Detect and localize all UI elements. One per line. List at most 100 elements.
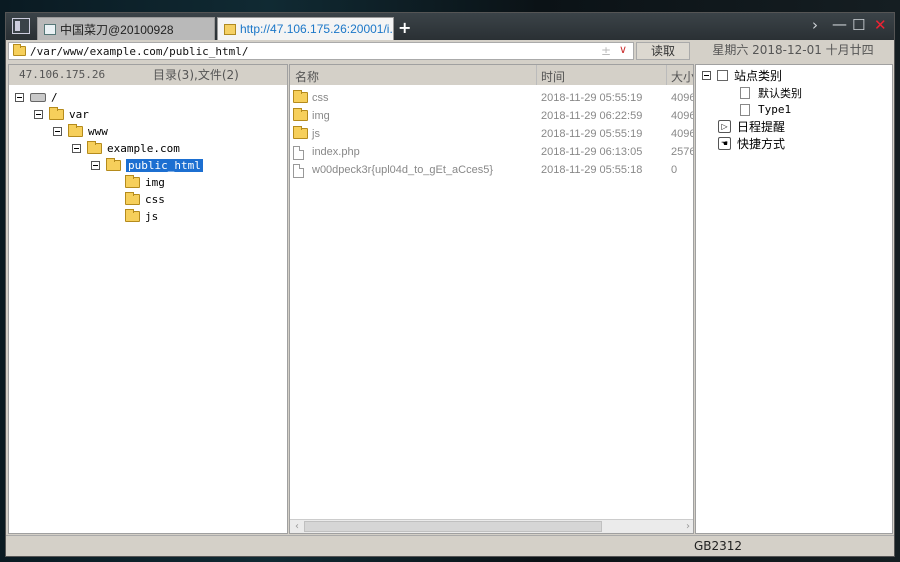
tree-node[interactable]: www: [53, 123, 108, 140]
file-time: 2018-11-29 05:55:19: [541, 128, 643, 140]
collapse-icon[interactable]: [34, 110, 43, 119]
tree-node-label: var: [69, 108, 89, 121]
collapse-icon[interactable]: [91, 161, 100, 170]
file-size: 4096: [671, 128, 694, 140]
file-name: img: [312, 110, 330, 122]
directory-tree-panel: 47.106.175.26 目录(3),文件(2) / var www example…: [8, 64, 288, 534]
file-time: 2018-11-29 06:22:59: [541, 110, 643, 122]
checkbox-icon: [717, 70, 728, 81]
tab-home[interactable]: 中国菜刀@20100928: [37, 17, 215, 40]
tab-label: 中国菜刀@20100928: [60, 22, 174, 37]
close-button[interactable]: ✕: [874, 16, 887, 34]
path-text: /var/www/example.com/public_html/: [30, 44, 249, 58]
tree-node[interactable]: var: [34, 106, 89, 123]
tab-label: http://47.106.175.26:20001/i...: [240, 22, 394, 36]
sidebar-toggle-icon[interactable]: [12, 18, 30, 34]
tree-node[interactable]: /: [15, 89, 58, 106]
file-size: 2576: [671, 146, 694, 158]
file-row[interactable]: w00dpeck3r{upl04d_to_gEt_aCces5} 2018-11-…: [290, 161, 693, 179]
tree-node-label: js: [145, 210, 159, 223]
folder-icon: [125, 175, 140, 188]
tree-node[interactable]: css: [110, 191, 165, 208]
folder-icon: [293, 126, 308, 139]
category-item[interactable]: 站点类别: [702, 67, 782, 84]
file-icon: [293, 146, 304, 160]
file-row[interactable]: index.php 2018-11-29 06:13:05 2576: [290, 143, 694, 161]
folder-icon: [49, 107, 64, 120]
file-icon: [293, 164, 304, 178]
title-bar: 中国菜刀@20100928 http://47.106.175.26:20001…: [6, 13, 894, 40]
encoding-label[interactable]: GB2312: [694, 539, 742, 553]
address-bar: /var/www/example.com/public_html/ ± ∨ 读取…: [6, 40, 894, 62]
maximize-button[interactable]: ☐: [852, 16, 865, 34]
tree-node-label: css: [145, 193, 165, 206]
tree-node[interactable]: public_html: [91, 157, 203, 174]
file-row[interactable]: css 2018-11-29 05:55:19 4096: [290, 89, 694, 107]
status-bar: GB2312: [6, 535, 894, 556]
app-window: 中国菜刀@20100928 http://47.106.175.26:20001…: [5, 12, 895, 557]
category-item[interactable]: 默认类别: [740, 84, 802, 101]
collapse-icon[interactable]: [15, 93, 24, 102]
file-size: 0: [671, 164, 678, 176]
scroll-left-icon[interactable]: ‹: [290, 520, 304, 533]
collapse-icon[interactable]: [702, 71, 711, 80]
plus-minus-icon[interactable]: ±: [601, 44, 611, 58]
category-label: 站点类别: [734, 69, 783, 83]
column-header-size[interactable]: 大小: [671, 68, 693, 85]
folder-icon: [13, 44, 26, 56]
category-item[interactable]: ▷ 日程提醒: [718, 118, 785, 135]
tree-node[interactable]: js: [110, 208, 158, 225]
tab-remote-site[interactable]: http://47.106.175.26:20001/i...: [217, 17, 394, 40]
collapse-icon[interactable]: [53, 127, 62, 136]
file-time: 2018-11-29 06:13:05: [541, 146, 643, 158]
chevron-right-icon[interactable]: ›: [812, 16, 818, 34]
tree-node[interactable]: example.com: [72, 140, 180, 157]
tree-node[interactable]: img: [110, 174, 165, 191]
category-label: 日程提醒: [737, 120, 786, 134]
reminder-icon: ▷: [718, 120, 731, 133]
file-name: index.php: [312, 146, 360, 158]
scroll-thumb[interactable]: [304, 521, 602, 532]
category-item[interactable]: ☚ 快捷方式: [718, 135, 785, 152]
file-row[interactable]: img 2018-11-29 06:22:59 4096: [290, 107, 694, 125]
horizontal-scrollbar[interactable]: ‹ ›: [290, 519, 693, 533]
drive-icon: [30, 93, 46, 102]
folder-icon: [293, 90, 308, 103]
page-icon: [740, 103, 750, 116]
file-time: 2018-11-29 05:55:18: [541, 164, 643, 176]
category-item[interactable]: Type1: [740, 101, 791, 118]
tree-node-label: /: [51, 91, 58, 104]
file-size: 4096: [671, 110, 694, 122]
dir-file-count: 目录(3),文件(2): [153, 68, 239, 82]
collapse-icon[interactable]: [72, 144, 81, 153]
file-row[interactable]: js 2018-11-29 05:55:19 4096: [290, 125, 694, 143]
minimize-button[interactable]: —: [832, 15, 847, 33]
date-display: 星期六 2018-12-01 十月廿四: [694, 42, 892, 60]
file-size: 4096: [671, 92, 694, 104]
column-header-name[interactable]: 名称: [295, 68, 319, 85]
tree-header: 47.106.175.26 目录(3),文件(2): [9, 65, 287, 85]
tree-node-label: example.com: [107, 142, 180, 155]
category-label: 默认类别: [758, 86, 802, 100]
new-tab-button[interactable]: +: [398, 18, 411, 37]
column-header-time[interactable]: 时间: [541, 68, 565, 85]
folder-icon: [87, 141, 102, 154]
shortcut-icon: ☚: [718, 137, 731, 150]
file-name: js: [312, 128, 320, 140]
tree-node-label: www: [88, 125, 108, 138]
page-icon: [44, 23, 56, 35]
file-name: w00dpeck3r{upl04d_to_gEt_aCces5}: [312, 164, 494, 176]
folder-icon: [125, 209, 140, 222]
file-list-header: 名称 时间 大小: [290, 65, 693, 85]
server-ip: 47.106.175.26: [19, 68, 106, 81]
scroll-right-icon[interactable]: ›: [681, 520, 693, 533]
file-name: css: [312, 92, 329, 104]
tree-node-label: public_html: [126, 159, 203, 172]
folder-icon: [68, 124, 83, 137]
chevron-down-icon[interactable]: ∨: [619, 43, 627, 56]
category-label: 快捷方式: [737, 137, 786, 151]
folder-icon: [224, 23, 236, 35]
path-input[interactable]: /var/www/example.com/public_html/ ± ∨: [8, 42, 634, 60]
category-label: Type1: [758, 103, 792, 116]
read-button[interactable]: 读取: [636, 42, 690, 60]
